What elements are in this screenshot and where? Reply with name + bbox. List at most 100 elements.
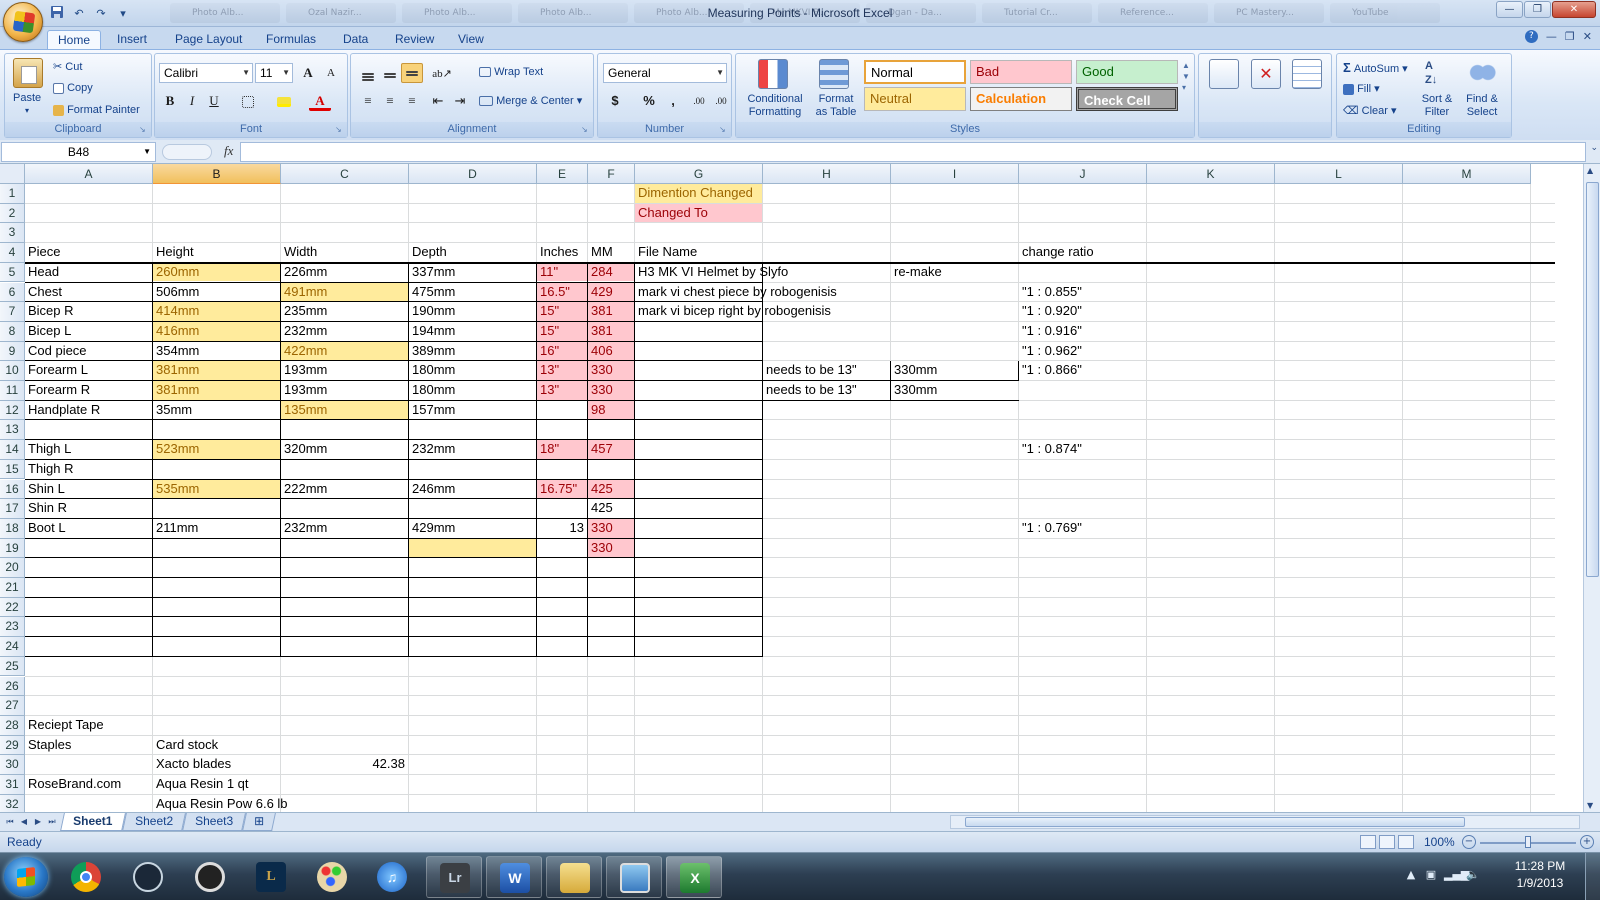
cell-a5[interactable]: Head xyxy=(25,263,59,282)
cell-c6[interactable]: 491mm xyxy=(281,282,408,302)
cell-b32[interactable]: Aqua Resin Pow 6.6 lb xyxy=(153,795,288,814)
cell-e8[interactable]: 15" xyxy=(537,321,587,341)
row-header-8[interactable]: 8 xyxy=(0,321,25,342)
cell-c18[interactable]: 232mm xyxy=(281,519,327,538)
cell-a14[interactable]: Thigh L xyxy=(25,440,71,459)
cell-b31[interactable]: Aqua Resin 1 qt xyxy=(153,775,249,794)
scroll-up-icon[interactable]: ▲ xyxy=(1587,166,1593,175)
row-header-23[interactable]: 23 xyxy=(0,617,25,638)
cell-j8[interactable]: "1 : 0.916" xyxy=(1019,322,1082,341)
horizontal-scrollbar[interactable] xyxy=(950,815,1580,829)
row-header-14[interactable]: 14 xyxy=(0,440,25,460)
cell-c14[interactable]: 320mm xyxy=(281,440,327,459)
styles-scroll-buttons[interactable]: ▲ ▼ ▾ xyxy=(1182,60,1190,93)
cell-e9[interactable]: 16" xyxy=(537,341,587,361)
row-header-10[interactable]: 10 xyxy=(0,361,25,381)
tab-home[interactable]: Home xyxy=(47,30,102,50)
cell-b30[interactable]: Xacto blades xyxy=(153,755,231,774)
row-header-9[interactable]: 9 xyxy=(0,341,25,362)
cell-c12[interactable]: 135mm xyxy=(281,400,408,420)
row-header-31[interactable]: 31 xyxy=(0,775,25,795)
italic-button[interactable]: I xyxy=(181,91,203,111)
decrease-decimal-button[interactable]: .00 xyxy=(710,91,732,111)
cell-j18[interactable]: "1 : 0.769" xyxy=(1019,519,1082,538)
cell-d19[interactable] xyxy=(409,538,536,558)
minimize-button[interactable]: — xyxy=(1496,1,1523,18)
normal-view-icon[interactable] xyxy=(1360,835,1376,849)
clock[interactable]: 11:28 PM 1/9/2013 xyxy=(1505,858,1575,892)
explorer-icon[interactable] xyxy=(546,856,602,898)
cell-g2[interactable]: Changed To xyxy=(635,203,762,223)
cell-e11[interactable]: 13" xyxy=(537,381,587,400)
insert-cells-icon[interactable] xyxy=(1209,59,1239,89)
currency-button[interactable]: $ xyxy=(604,91,626,111)
zoom-level[interactable]: 100% xyxy=(1424,835,1455,849)
help-icon[interactable]: ? xyxy=(1524,30,1538,43)
row-header-7[interactable]: 7 xyxy=(0,302,25,322)
photos-icon[interactable] xyxy=(606,856,662,898)
row-header-21[interactable]: 21 xyxy=(0,578,25,598)
office-button[interactable] xyxy=(3,2,43,42)
paste-icon[interactable] xyxy=(13,58,43,88)
tab-insert[interactable]: Insert xyxy=(107,30,157,50)
clear-button[interactable]: ⌫ Clear ▾ xyxy=(1343,104,1397,117)
row-header-16[interactable]: 16 xyxy=(0,479,25,500)
find-select-button[interactable]: Find & Select xyxy=(1461,93,1503,119)
cell-a7[interactable]: Bicep R xyxy=(25,302,74,321)
page-break-view-icon[interactable] xyxy=(1398,835,1414,849)
sheet-tab-sheet1[interactable]: Sheet1 xyxy=(60,813,126,831)
cell-a18[interactable]: Boot L xyxy=(25,519,66,538)
column-header-m[interactable]: M xyxy=(1403,164,1531,184)
formula-splitter[interactable] xyxy=(162,144,212,160)
cell-c8[interactable]: 232mm xyxy=(281,322,327,341)
cell-e16[interactable]: 16.75" xyxy=(537,479,587,499)
worksheet-grid[interactable]: A B C D E F G H I J K L M 1 2 3 4 5 6 7 8 9 10 11 12 13 14 15 16 17 18… xyxy=(0,164,1600,824)
row-header-11[interactable]: 11 xyxy=(0,381,25,401)
scroll-down-icon[interactable]: ▼ xyxy=(1587,801,1593,810)
row-header-28[interactable]: 28 xyxy=(0,715,25,736)
cell-e5[interactable]: 11" xyxy=(537,262,587,282)
network-icon[interactable]: ▂▄▆ xyxy=(1444,868,1469,882)
cut-button[interactable]: ✂ Cut xyxy=(53,60,82,73)
row-header-13[interactable]: 13 xyxy=(0,420,25,441)
row-header-27[interactable]: 27 xyxy=(0,696,25,716)
row-header-18[interactable]: 18 xyxy=(0,518,25,539)
cell-g4[interactable]: File Name xyxy=(635,243,697,262)
align-middle-button[interactable] xyxy=(379,63,401,83)
cell-b10[interactable]: 381mm xyxy=(153,361,280,380)
league-icon[interactable]: L xyxy=(243,856,299,898)
cell-c16[interactable]: 222mm xyxy=(281,480,327,499)
row-header-1[interactable]: 1 xyxy=(0,184,25,204)
font-launcher-icon[interactable]: ↘ xyxy=(335,125,345,135)
horizontal-scroll-thumb[interactable] xyxy=(965,817,1465,827)
number-launcher-icon[interactable]: ↘ xyxy=(719,125,729,135)
style-calculation[interactable]: Calculation xyxy=(970,87,1072,111)
cell-b9[interactable]: 354mm xyxy=(153,342,199,361)
cell-b12[interactable]: 35mm xyxy=(153,401,192,420)
cell-f8[interactable]: 381 xyxy=(588,321,634,341)
cell-f4[interactable]: MM xyxy=(588,243,613,262)
grow-font-button[interactable]: A xyxy=(297,63,319,83)
clipboard-launcher-icon[interactable]: ↘ xyxy=(139,125,149,135)
cell-b4[interactable]: Height xyxy=(153,243,194,262)
sheet-tab-sheet2[interactable]: Sheet2 xyxy=(122,813,186,831)
tab-review[interactable]: Review xyxy=(385,30,444,50)
font-size-select[interactable]: 11 ▼ xyxy=(255,63,293,83)
workbook-restore-icon[interactable]: ❐ xyxy=(1565,30,1575,43)
align-top-button[interactable] xyxy=(357,63,379,83)
itunes-icon[interactable]: ♫ xyxy=(364,856,420,898)
increase-indent-button[interactable]: ⇥ xyxy=(449,91,471,111)
row-header-20[interactable]: 20 xyxy=(0,558,25,578)
row-header-26[interactable]: 26 xyxy=(0,676,25,697)
cell-f18[interactable]: 330 xyxy=(588,518,634,538)
font-name-select[interactable]: Calibri ▼ xyxy=(159,63,253,83)
cell-j10[interactable]: "1 : 0.866" xyxy=(1019,361,1082,380)
tray-expand-icon[interactable]: ▲ xyxy=(1404,868,1418,882)
insert-sheet-button[interactable]: ⊞ xyxy=(242,813,276,831)
orientation-button[interactable]: ab↗ xyxy=(427,63,457,83)
comma-button[interactable]: , xyxy=(662,91,684,111)
row-header-3[interactable]: 3 xyxy=(0,223,25,244)
cell-d8[interactable]: 194mm xyxy=(409,322,455,341)
cell-j9[interactable]: "1 : 0.962" xyxy=(1019,342,1082,361)
paste-button[interactable]: Paste xyxy=(13,92,41,104)
